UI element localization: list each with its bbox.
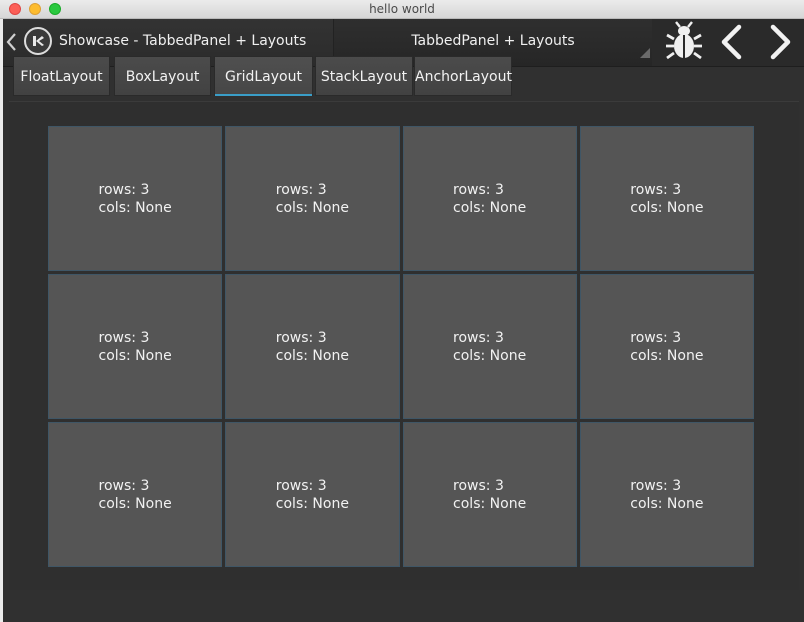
grid-cell-cols-text: cols: None xyxy=(630,199,704,216)
tab-anchorlayout[interactable]: AnchorLayout xyxy=(414,56,512,96)
window-title: hello world xyxy=(369,2,435,16)
grid-cell-label: rows: 3 cols: None xyxy=(630,181,703,217)
grid-cell-button[interactable]: rows: 3 cols: None xyxy=(579,422,754,567)
grid-cell-rows-text: rows: 3 xyxy=(630,477,682,494)
grid-cell-cols-text: cols: None xyxy=(98,347,172,364)
tab-gridlayout[interactable]: GridLayout xyxy=(214,56,313,96)
grid-cell-cols-text: cols: None xyxy=(98,495,172,512)
grid-cell-rows-text: rows: 3 xyxy=(98,181,150,198)
grid-cell-rows-text: rows: 3 xyxy=(98,329,150,346)
grid-cell-rows-text: rows: 3 xyxy=(275,181,327,198)
grid-cell-rows-text: rows: 3 xyxy=(98,477,150,494)
grid-cell-label: rows: 3 cols: None xyxy=(99,181,172,217)
grid-cell-cols-text: cols: None xyxy=(98,199,172,216)
grid-cell-label: rows: 3 cols: None xyxy=(453,477,526,513)
grid-cell-cols-text: cols: None xyxy=(630,347,704,364)
tab-strip: FloatLayout BoxLayout GridLayout StackLa… xyxy=(9,56,799,100)
grid-cell-cols-text: cols: None xyxy=(275,199,349,216)
grid-cell-button[interactable]: rows: 3 cols: None xyxy=(579,274,754,419)
grid-cell-label: rows: 3 cols: None xyxy=(99,329,172,365)
grid-cell-label: rows: 3 cols: None xyxy=(453,329,526,365)
grid-cell-button[interactable]: rows: 3 cols: None xyxy=(48,422,223,567)
grid-cell-rows-text: rows: 3 xyxy=(630,329,682,346)
grid-cell-rows-text: rows: 3 xyxy=(275,477,327,494)
grid-cell-button[interactable]: rows: 3 cols: None xyxy=(579,126,754,271)
grid-cell-cols-text: cols: None xyxy=(630,495,704,512)
tab-stacklayout[interactable]: StackLayout xyxy=(315,56,413,96)
tab-boxlayout[interactable]: BoxLayout xyxy=(114,56,211,96)
grid-cell-label: rows: 3 cols: None xyxy=(453,181,526,217)
window-titlebar: hello world xyxy=(0,0,804,19)
grid-cell-label: rows: 3 cols: None xyxy=(630,329,703,365)
grid-cell-button[interactable]: rows: 3 cols: None xyxy=(225,274,400,419)
grid-cell-button[interactable]: rows: 3 cols: None xyxy=(48,126,223,271)
grid-cell-button[interactable]: rows: 3 cols: None xyxy=(402,422,577,567)
grid-cell-rows-text: rows: 3 xyxy=(630,181,682,198)
grid-cell-rows-text: rows: 3 xyxy=(453,477,504,494)
grid-cell-label: rows: 3 cols: None xyxy=(276,181,349,217)
action-bar-title: Showcase - TabbedPanel + Layouts xyxy=(59,33,307,49)
grid-cell-label: rows: 3 cols: None xyxy=(99,477,172,513)
grid-cell-cols-text: cols: None xyxy=(275,347,349,364)
tab-content: rows: 3 cols: None rows: 3 cols: None rows: … xyxy=(9,101,799,590)
grid-cell-cols-text: cols: None xyxy=(275,495,349,512)
grid-cell-button[interactable]: rows: 3 cols: None xyxy=(225,422,400,567)
grid-cell-rows-text: rows: 3 xyxy=(453,329,504,346)
grid-cell-label: rows: 3 cols: None xyxy=(630,477,703,513)
tab-floatlayout[interactable]: FloatLayout xyxy=(13,56,110,96)
app-logo-icon xyxy=(24,27,52,55)
grid-cell-button[interactable]: rows: 3 cols: None xyxy=(402,126,577,271)
grid-cell-cols-text: cols: None xyxy=(453,495,527,512)
grid-cell-label: rows: 3 cols: None xyxy=(276,477,349,513)
grid-cell-rows-text: rows: 3 xyxy=(275,329,327,346)
back-chevron-icon xyxy=(6,33,16,51)
grid-cell-rows-text: rows: 3 xyxy=(453,181,504,198)
action-group-title: TabbedPanel + Layouts xyxy=(411,33,575,49)
grid-cell-label: rows: 3 cols: None xyxy=(276,329,349,365)
grid-cell-cols-text: cols: None xyxy=(453,347,527,364)
grid-cell-cols-text: cols: None xyxy=(453,199,527,216)
grid-cell-button[interactable]: rows: 3 cols: None xyxy=(225,126,400,271)
grid-cell-button[interactable]: rows: 3 cols: None xyxy=(48,274,223,419)
grid-cell-button[interactable]: rows: 3 cols: None xyxy=(402,274,577,419)
grid-layout: rows: 3 cols: None rows: 3 cols: None rows: … xyxy=(48,126,754,567)
